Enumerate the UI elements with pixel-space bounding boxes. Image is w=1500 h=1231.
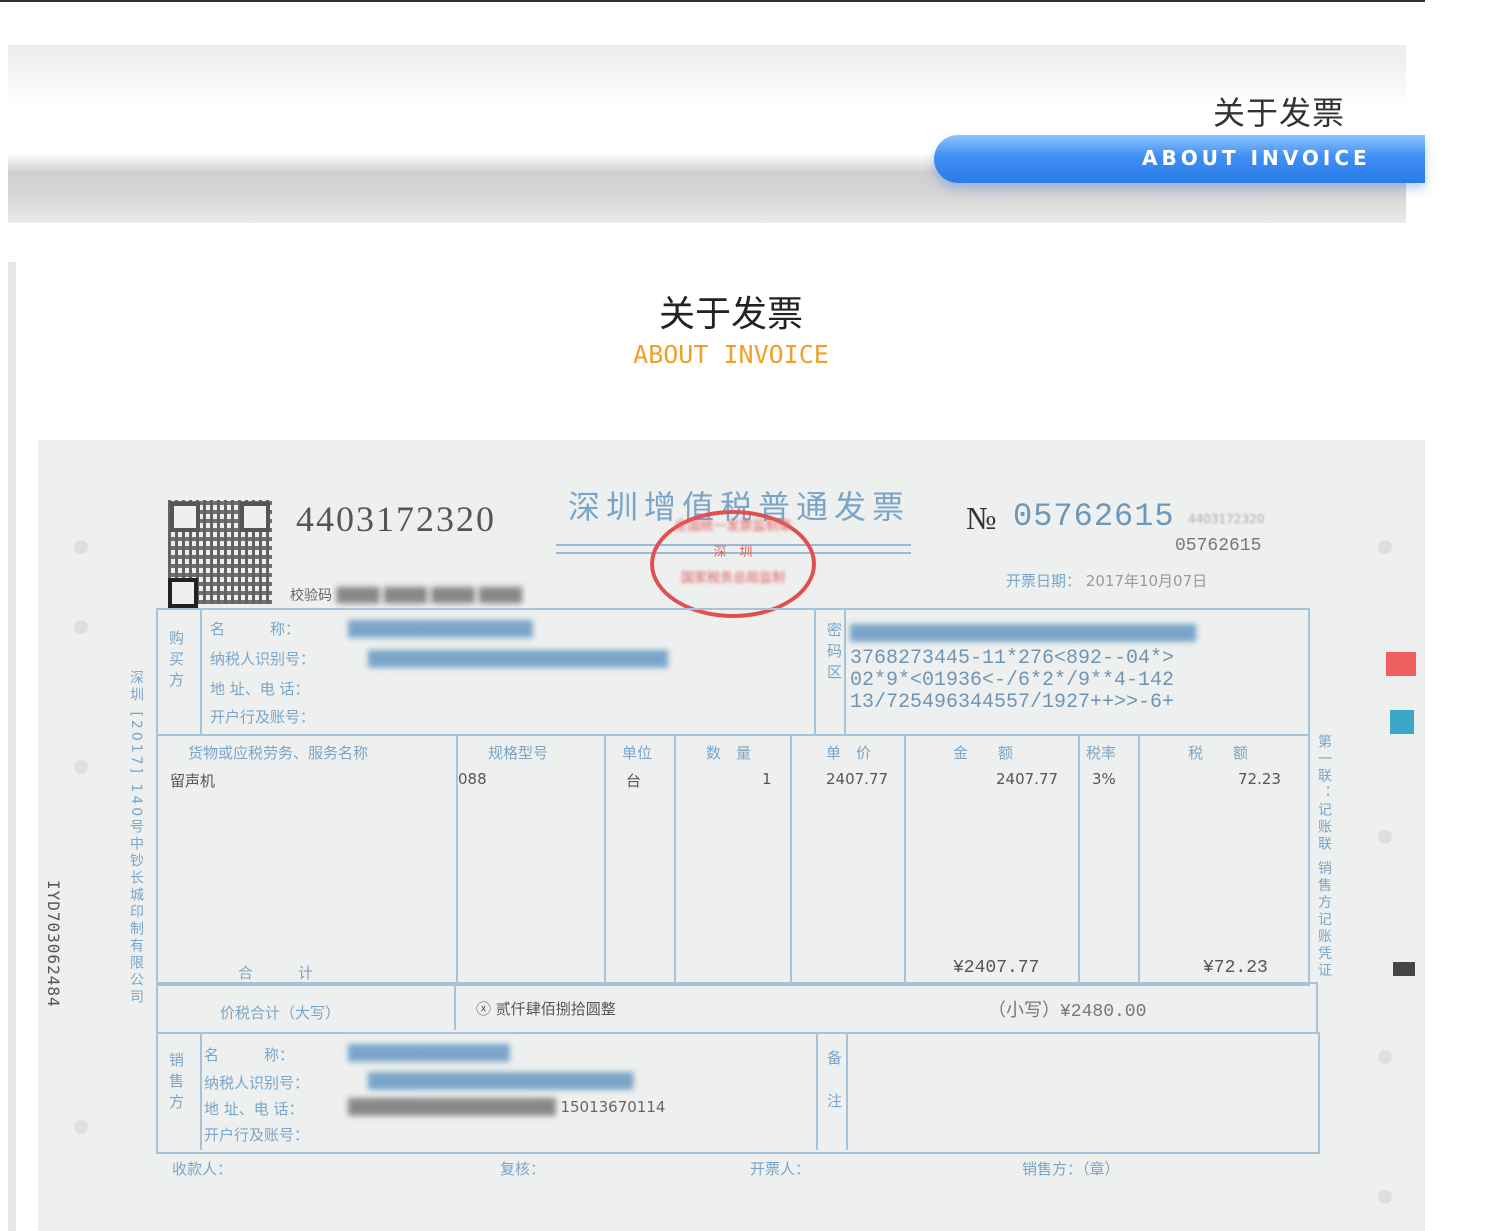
- seller-bank-label: 开户行及账号：: [204, 1126, 310, 1144]
- seller-name-value: ██████████████: [348, 1044, 510, 1062]
- divider: [790, 736, 792, 982]
- divider: [1078, 736, 1080, 982]
- top-divider: [0, 0, 1425, 2]
- cipher-line-blurred: ██████████████████████████████: [850, 624, 1197, 642]
- buyer-bank-label: 开户行及账号：: [210, 708, 316, 726]
- divider: [200, 610, 202, 734]
- banner-pill-label: ABOUT INVOICE: [1142, 146, 1371, 170]
- item-rate: 3%: [1092, 770, 1116, 788]
- total-tax: ¥72.23: [1203, 958, 1268, 978]
- perforation-hole: [74, 540, 88, 554]
- item-amount: 2407.77: [996, 770, 1059, 788]
- buyer-address-label: 地 址、电 话：: [210, 680, 310, 698]
- col-header-qty: 数 量: [706, 744, 752, 762]
- section-title: 关于发票: [658, 294, 803, 335]
- invoice-image: 4403172320 校验码 ████ ████ ████ ████ 深圳增值税…: [38, 440, 1425, 1231]
- item-model: 088: [458, 770, 487, 788]
- banner-title: 关于发票: [1212, 94, 1345, 132]
- cipher-label: 密码区: [825, 622, 843, 685]
- copy-info: 第一联：记账联 销售方记账凭证: [1316, 734, 1332, 980]
- issue-date: 开票日期： 2017年10月07日: [1006, 572, 1208, 590]
- header-banner: [8, 45, 1406, 223]
- perforation-hole: [74, 620, 88, 634]
- perforation-hole: [1378, 1050, 1392, 1064]
- total-amount: ¥2407.77: [953, 958, 1040, 978]
- section-subtitle: ABOUT INVOICE: [633, 340, 829, 369]
- payee-label: 收款人：: [172, 1160, 233, 1178]
- number-label: №: [966, 500, 997, 536]
- seller-label: 销售方: [167, 1052, 185, 1115]
- divider: [846, 1034, 848, 1150]
- divider: [604, 736, 606, 982]
- buyer-name-value: ████████████████: [348, 620, 533, 638]
- perforation-hole: [74, 760, 88, 774]
- col-header-price: 单 价: [826, 744, 872, 762]
- col-header-rate: 税率: [1086, 744, 1117, 762]
- invoice-code-small: 4403172320: [1188, 512, 1265, 526]
- buyer-taxid-label: 纳税人识别号：: [210, 650, 316, 668]
- divider: [200, 1034, 202, 1150]
- invoice-number: 05762615: [1013, 498, 1175, 535]
- buyer-taxid-value: ██████████████████████████: [368, 650, 668, 668]
- color-mark-black: [1393, 962, 1415, 976]
- cipher-text: 3768273445-11*276<892--04*> 02*9*<01936<…: [850, 647, 1175, 714]
- col-header-unit: 单位: [622, 744, 653, 762]
- col-header-tax: 税 额: [1188, 744, 1249, 762]
- perforation-hole: [74, 1120, 88, 1134]
- divider: [454, 984, 456, 1030]
- seller-address-label: 地 址、电 话：: [204, 1100, 304, 1118]
- grand-total-number: （小写）¥2480.00: [988, 1002, 1147, 1022]
- item-unit: 台: [626, 772, 642, 790]
- reviewer-label: 复核：: [500, 1160, 546, 1178]
- grand-total-label: 价税合计（大写）: [220, 1004, 341, 1022]
- seller-name-label: 名 称：: [204, 1046, 295, 1064]
- grand-total-words: ⓧ 贰仟肆佰捌拾圆整: [476, 1000, 616, 1018]
- item-qty: 1: [762, 770, 772, 788]
- col-header-model: 规格型号: [488, 744, 549, 762]
- left-accent-bar: [8, 262, 16, 1231]
- printer-info: 深圳 [2017] 140号中钞长城印制有限公司: [128, 670, 144, 1007]
- qr-code-corner: [168, 578, 198, 608]
- divider: [1138, 736, 1140, 982]
- col-header-amount: 金 额: [953, 744, 1014, 762]
- invoice-code: 4403172320: [296, 499, 496, 539]
- color-mark-blue: [1390, 710, 1414, 734]
- official-seal: 全国统一发票监制章 深 圳 国家税务总局监制: [650, 510, 816, 618]
- divider: [816, 1034, 818, 1150]
- seller-address-value: ██████████████████ 15013670114: [348, 1098, 666, 1116]
- divider: [904, 736, 906, 982]
- remark-label: 备注: [825, 1050, 843, 1136]
- perforation-hole: [1378, 1190, 1392, 1204]
- invoice-number-small: 05762615: [1175, 536, 1262, 556]
- seller-taxid-value: ███████████████████████: [368, 1072, 634, 1090]
- item-price: 2407.77: [826, 770, 889, 788]
- perforation-hole: [1378, 540, 1392, 554]
- col-header-name: 货物或应税劳务、服务名称: [188, 744, 369, 762]
- seller-taxid-label: 纳税人识别号：: [204, 1074, 310, 1092]
- divider: [674, 736, 676, 982]
- buyer-name-label: 名 称：: [210, 620, 301, 638]
- drawer-label: 开票人：: [750, 1160, 811, 1178]
- buyer-label: 购买方: [167, 630, 185, 693]
- serial-number: IYD703062484: [44, 880, 63, 1008]
- verify-code-label: 校验码 ████ ████ ████ ████: [290, 588, 523, 604]
- item-tax: 72.23: [1238, 770, 1281, 788]
- divider: [158, 734, 1308, 736]
- color-mark-red: [1386, 652, 1416, 676]
- total-label: 合 计: [238, 964, 314, 982]
- divider: [814, 610, 816, 734]
- perforation-hole: [1378, 830, 1392, 844]
- seller-block: [156, 1032, 1320, 1154]
- item-name: 留声机: [170, 772, 216, 790]
- seller-seal-label: 销售方：（章）: [1022, 1160, 1120, 1178]
